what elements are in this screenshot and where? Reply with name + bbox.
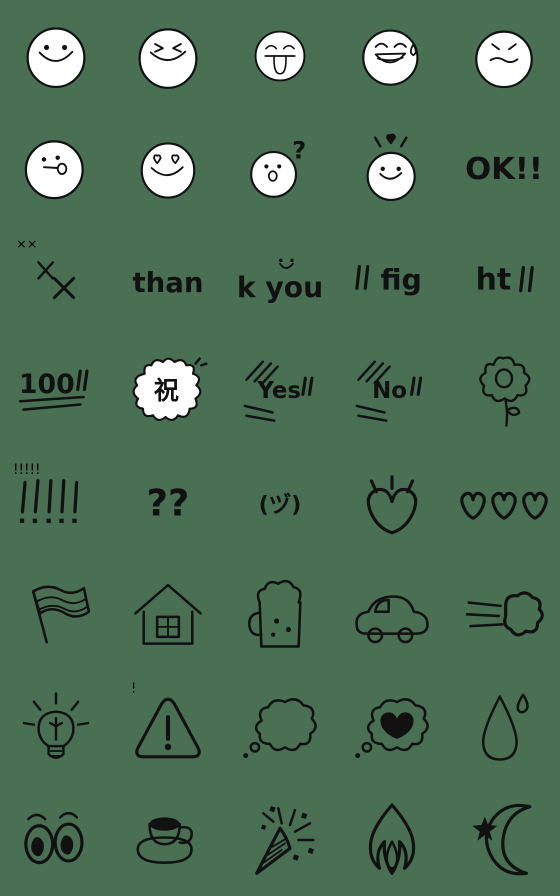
emoji-cell-multiple-exclamation[interactable]: !!!!! five exclamation marks [0,448,112,560]
emoji-cell-fig-text[interactable]: fig fig text [336,224,448,336]
k-you-text: k you [237,271,323,304]
exclamation-text: !!!!! [13,462,41,478]
emoji-cell-smiling-face[interactable]: smiling face [0,0,112,112]
emoji-cell-thought-bubble[interactable]: empty thought bubble [224,672,336,784]
celebration-kanji-text: 祝 [154,376,179,405]
emoji-cell-crescent-moon-star[interactable]: crescent moon with star [448,784,560,896]
emoji-cell-coffee-cup[interactable]: coffee cup on saucer [112,784,224,896]
emoji-cell-sparkling-heart[interactable]: sparkling heart [336,448,448,560]
emoji-cell-kaomoji-shrug[interactable]: (ヅ) kaomoji face in parentheses [224,448,336,560]
emoji-cell-flame[interactable]: flame [336,784,448,896]
emoji-cell-double-question[interactable]: ?? two question marks [112,448,224,560]
emoji-cell-thank-text[interactable]: than than text [112,224,224,336]
emoji-cell-celebration-kanji-burst[interactable]: 祝 celebration kanji in burst [112,336,224,448]
emoji-cell-car[interactable]: car [336,560,448,672]
emoji-cell-house[interactable]: house [112,560,224,672]
warning-exclamation-text: ! [131,682,136,697]
emoji-cell-ht-text[interactable]: ht ht text [448,224,560,336]
emoji-cell-double-x-mark[interactable]: ×× two x marks [0,224,112,336]
no-text: No [372,378,407,404]
emoji-cell-party-popper[interactable]: party popper [224,784,336,896]
emoji-cell-three-hearts[interactable]: three hearts in a row [448,448,560,560]
emoji-cell-heart-eyes-face[interactable]: heart eyes face [112,112,224,224]
emoji-cell-laughing-sweat-face[interactable]: laughing face with sweat drop [336,0,448,112]
emoji-cell-beer-mug[interactable]: beer mug [224,560,336,672]
emoji-cell-tongue-out-face[interactable]: face with tongue out [224,0,336,112]
emoji-cell-warning-triangle[interactable]: ! warning triangle [112,672,224,784]
emoji-cell-no-text[interactable]: No No text with emphasis lines [336,336,448,448]
emoji-cell-thought-bubble-heart[interactable]: thought bubble with heart [336,672,448,784]
hundred-text: 100 [19,369,75,400]
x-mark-text: ×× [16,237,37,252]
emoji-cell-flag[interactable]: waving flag [0,560,112,672]
emoji-cell-hundred-points[interactable]: 100 100 underlined [0,336,112,448]
emoji-cell-face-with-heart-above[interactable]: happy face with heart above [336,112,448,224]
ok-text: OK!! [465,152,543,187]
emoji-cell-whistling-face[interactable]: whistling face [0,112,112,224]
ht-text: ht [476,263,512,298]
emoji-cell-confused-question-face[interactable]: ? confused face with question [224,112,336,224]
emoji-cell-light-bulb[interactable]: light bulb idea [0,672,112,784]
emoji-cell-flower[interactable]: flower [448,336,560,448]
question-mark-text: ? [292,136,306,164]
fig-text: fig [380,264,421,297]
emoji-cell-kyou-text[interactable]: k you k you text with smiley [224,224,336,336]
question-marks-text: ?? [147,482,190,525]
emoji-cell-squinting-happy-face[interactable]: squinting happy face [112,0,224,112]
emoji-cell-water-drop[interactable]: water drop [448,672,560,784]
emoji-cell-eyes[interactable]: pair of eyes [0,784,112,896]
emoji-sticker-sheet: smiling face squinting happy face face w… [0,0,560,896]
emoji-cell-ok-text[interactable]: OK!! OK text [448,112,560,224]
emoji-cell-annoyed-face[interactable]: annoyed face [448,0,560,112]
emoji-cell-dash-puff[interactable]: dash puff of air [448,560,560,672]
yes-text: Yes [256,378,301,404]
kaomoji-text: (ヅ) [259,492,302,518]
emoji-cell-yes-text[interactable]: Yes Yes text with emphasis lines [224,336,336,448]
than-text: than [132,266,203,299]
